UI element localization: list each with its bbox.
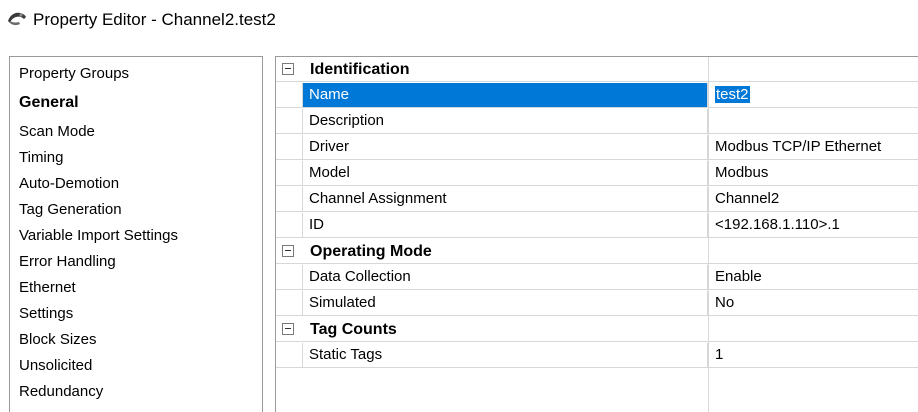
window-title: Property Editor - Channel2.test2	[33, 10, 276, 29]
property-row[interactable]: Model Modbus	[276, 161, 918, 186]
category-label: Operating Mode	[310, 243, 432, 260]
channel-icon	[6, 9, 28, 29]
property-row[interactable]: Name test2	[276, 83, 918, 108]
property-name[interactable]: Simulated	[303, 291, 708, 315]
collapse-toggle-icon[interactable]	[282, 245, 294, 257]
group-item-timing[interactable]: Timing	[19, 149, 63, 167]
category-row: Operating Mode	[276, 239, 918, 264]
property-name[interactable]: Description	[303, 109, 708, 133]
property-value[interactable]: test2	[709, 83, 918, 107]
property-value[interactable]: Modbus TCP/IP Ethernet	[709, 135, 918, 159]
property-row[interactable]: Static Tags 1	[276, 343, 918, 368]
property-value[interactable]: No	[709, 291, 918, 315]
category-label: Identification	[310, 61, 410, 78]
property-value[interactable]: Channel2	[709, 187, 918, 211]
property-row[interactable]: Data Collection Enable	[276, 265, 918, 290]
property-name[interactable]: Static Tags	[303, 343, 708, 367]
property-value[interactable]: 1	[709, 343, 918, 367]
group-item-tag-generation[interactable]: Tag Generation	[19, 201, 122, 219]
category-row: Identification	[276, 57, 918, 82]
property-value-selected-text[interactable]: test2	[715, 86, 750, 103]
property-groups-header: Property Groups	[19, 65, 130, 82]
property-groups-panel: Property Groups General Scan Mode Timing Au…	[9, 56, 263, 412]
group-item-unsolicited[interactable]: Unsolicited	[19, 357, 92, 375]
property-value[interactable]	[709, 109, 918, 133]
group-item-block-sizes[interactable]: Block Sizes	[19, 331, 97, 349]
collapse-toggle-icon[interactable]	[282, 63, 294, 75]
collapse-toggle-icon[interactable]	[282, 323, 294, 335]
property-value[interactable]: Modbus	[709, 161, 918, 185]
group-item-scan-mode[interactable]: Scan Mode	[19, 123, 95, 141]
category-row: Tag Counts	[276, 317, 918, 342]
group-item-auto-demotion[interactable]: Auto-Demotion	[19, 175, 119, 193]
property-name[interactable]: Data Collection	[303, 265, 708, 289]
property-grid: Identification Name test2 Description Driver…	[275, 56, 918, 412]
property-row[interactable]: Channel Assignment Channel2	[276, 187, 918, 212]
category-label: Tag Counts	[310, 321, 397, 338]
group-item-variable-import-settings[interactable]: Variable Import Settings	[19, 227, 178, 245]
property-row[interactable]: Driver Modbus TCP/IP Ethernet	[276, 135, 918, 160]
property-name[interactable]: Model	[303, 161, 708, 185]
property-name[interactable]: Name	[303, 83, 708, 107]
group-item-redundancy[interactable]: Redundancy	[19, 383, 103, 401]
property-name[interactable]: ID	[303, 213, 708, 237]
group-item-settings[interactable]: Settings	[19, 305, 73, 323]
property-name[interactable]: Channel Assignment	[303, 187, 708, 211]
property-row[interactable]: Description	[276, 109, 918, 134]
property-value[interactable]: Enable	[709, 265, 918, 289]
title-bar: Property Editor - Channel2.test2	[0, 0, 918, 44]
property-editor-window: Property Editor - Channel2.test2 Propert…	[0, 0, 918, 412]
group-item-error-handling[interactable]: Error Handling	[19, 253, 116, 271]
group-item-general[interactable]: General	[19, 94, 79, 112]
group-item-ethernet[interactable]: Ethernet	[19, 279, 76, 297]
property-row[interactable]: Simulated No	[276, 291, 918, 316]
property-value[interactable]: <192.168.1.110>.1	[709, 213, 918, 237]
property-row[interactable]: ID <192.168.1.110>.1	[276, 213, 918, 238]
property-name[interactable]: Driver	[303, 135, 708, 159]
